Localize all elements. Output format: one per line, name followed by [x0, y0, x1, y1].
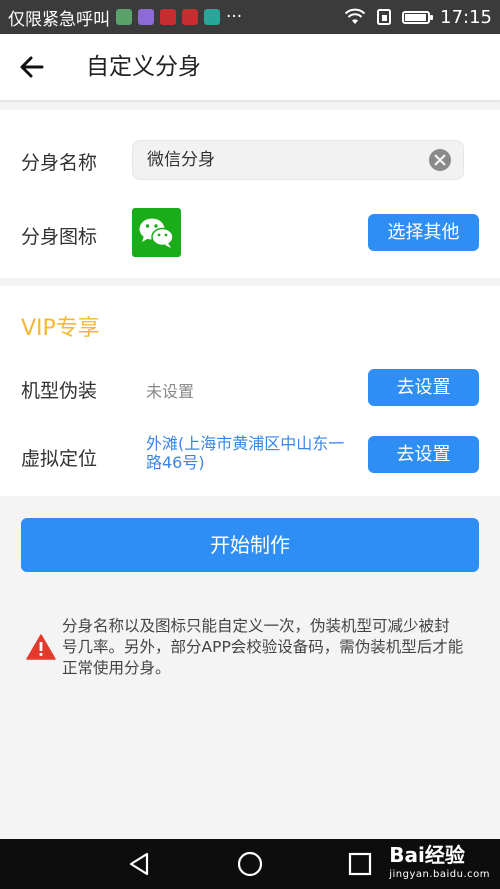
- watermark-url: jingyan.baidu.com: [389, 869, 490, 880]
- wechat-icon: [132, 208, 181, 257]
- set-model-button[interactable]: 去设置: [368, 369, 479, 406]
- location-label: 虚拟定位: [21, 448, 98, 470]
- icon-label: 分身图标: [21, 226, 98, 248]
- app-header: 自定义分身: [0, 34, 500, 101]
- arrow-left-icon[interactable]: [18, 53, 46, 81]
- status-left: 仅限紧急呼叫 ···: [8, 0, 242, 34]
- battery-icon: [402, 10, 434, 24]
- system-nav-bar: Bai经验 jingyan.baidu.com: [0, 839, 500, 889]
- clear-icon[interactable]: [429, 149, 451, 171]
- app-notification-icon: [204, 9, 220, 25]
- status-time: 17:15: [440, 6, 492, 28]
- sim-icon: [377, 9, 392, 25]
- status-carrier-text: 仅限紧急呼叫: [8, 9, 110, 30]
- baidu-watermark: Bai经验 jingyan.baidu.com: [389, 845, 490, 885]
- watermark-brand: Bai经验: [389, 843, 465, 867]
- more-notifications-icon: ···: [226, 7, 243, 27]
- start-button[interactable]: 开始制作: [21, 518, 479, 572]
- warning-text: 分身名称以及图标只能自定义一次，伪装机型可减少被封号几率。另外，部分APP会校验…: [62, 617, 464, 677]
- set-location-button[interactable]: 去设置: [368, 436, 479, 473]
- clone-name-value[interactable]: 微信分身: [147, 141, 215, 179]
- app-notification-icon: [160, 9, 176, 25]
- vip-card: VIP专享 机型伪装 未设置 去设置 虚拟定位 外滩(上海市黄浦区中山东一路46…: [0, 286, 500, 496]
- status-bar: 仅限紧急呼叫 ··· 17:15: [0, 0, 500, 34]
- app-notification-icon: [116, 9, 132, 25]
- model-value: 未设置: [146, 382, 195, 401]
- vip-heading: VIP专享: [21, 316, 100, 341]
- clone-settings-card: 分身名称 微信分身 分身图标 选择其他: [0, 110, 500, 278]
- nav-back-icon[interactable]: [126, 850, 154, 878]
- choose-other-button[interactable]: 选择其他: [368, 214, 479, 251]
- wifi-icon: [344, 8, 366, 24]
- model-label: 机型伪装: [21, 380, 98, 402]
- name-label: 分身名称: [21, 152, 98, 174]
- nav-home-icon[interactable]: [236, 850, 264, 878]
- app-notification-icon: [138, 9, 154, 25]
- nav-recent-icon[interactable]: [346, 850, 374, 878]
- warning-triangle-icon: [26, 634, 56, 660]
- location-value: 外滩(上海市黄浦区中山东一路46号): [146, 434, 345, 472]
- status-right: 17:15: [344, 0, 492, 34]
- clone-name-field[interactable]: 微信分身: [132, 140, 464, 180]
- app-notification-icon: [182, 9, 198, 25]
- page-title: 自定义分身: [86, 54, 201, 80]
